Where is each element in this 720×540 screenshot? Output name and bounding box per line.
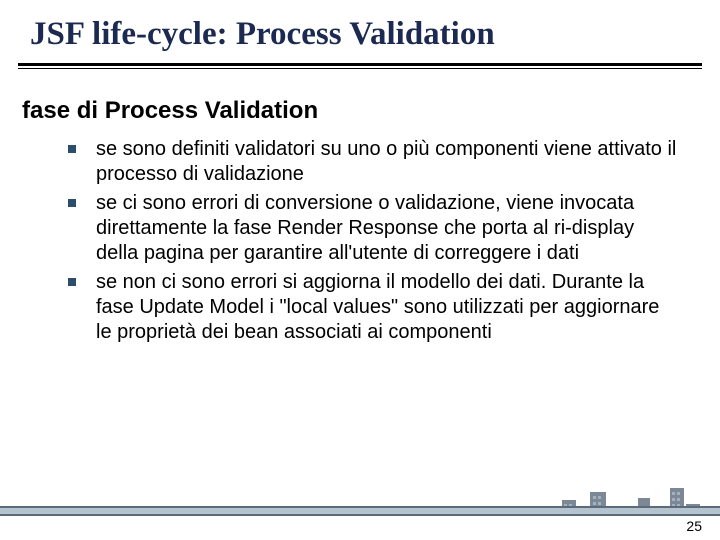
bullet-item: se ci sono errori di conversione o valid… [68,191,680,266]
slide: JSF life-cycle: Process Validation fase … [0,0,720,540]
page-number: 25 [686,518,702,534]
bullet-item: se non ci sono errori si aggiorna il mod… [68,270,680,345]
bullet-list: se sono definiti validatori su uno o più… [68,137,680,345]
slide-title: JSF life-cycle: Process Validation [0,0,720,63]
section-heading: fase di Process Validation [0,69,720,131]
bottom-border [0,514,720,540]
bullet-item: se sono definiti validatori su uno o più… [68,137,680,187]
